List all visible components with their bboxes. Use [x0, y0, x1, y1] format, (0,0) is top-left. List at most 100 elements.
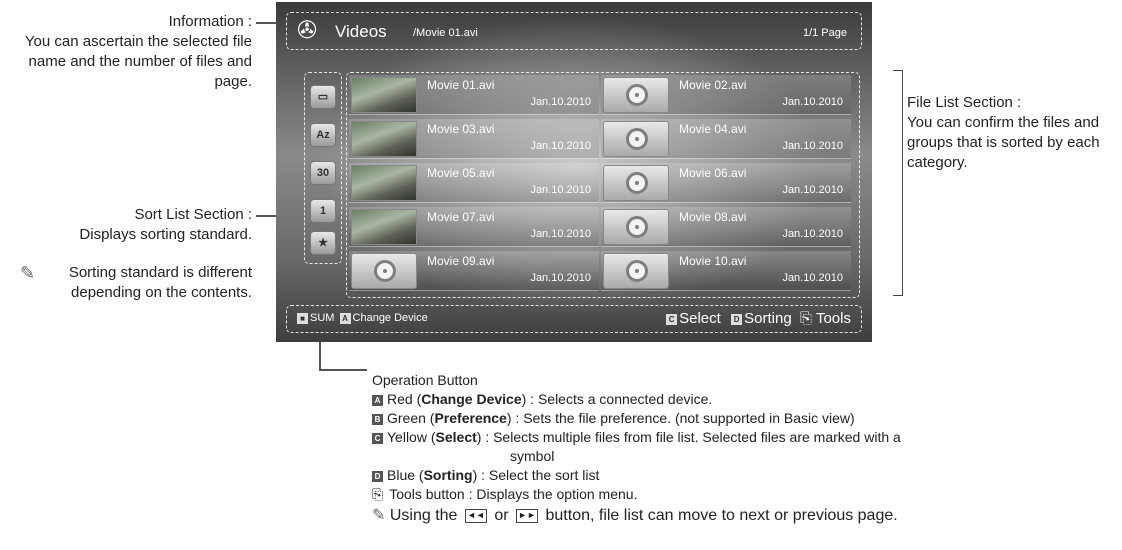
calendar-1-icon[interactable]: 1: [310, 199, 336, 223]
film-reel-icon: [603, 165, 669, 201]
film-reel-icon: [603, 121, 669, 157]
select-label: Select: [435, 429, 477, 445]
sorting-label: Sorting: [423, 467, 473, 483]
change-device-label: Change Device: [421, 391, 522, 407]
file-list-title: File List Section :: [907, 94, 1022, 111]
tools-row: ⎘ Tools button : Displays the option menu…: [372, 486, 638, 502]
sort-list-annotation: Sort List Section : Displays sorting sta…: [40, 205, 252, 245]
a-key-icon: A: [339, 312, 351, 324]
file-date: Jan.10.2010: [782, 228, 843, 240]
c-key-icon: C: [666, 313, 678, 325]
film-reel-icon: [603, 77, 669, 113]
sort-list: ▭ Az 30 1 ★: [304, 72, 342, 264]
star-icon[interactable]: ★: [310, 231, 336, 255]
b-key-icon: B: [372, 413, 383, 425]
page-navigation-note: ✎ Using the ◄◄ or ►► button, file list c…: [372, 507, 898, 524]
c-key-icon: C: [372, 432, 383, 444]
file-list-item[interactable]: Movie 07.avi Jan.10.2010: [349, 207, 599, 247]
film-reel-icon: [351, 253, 417, 289]
tools-icon: ⎘: [800, 310, 813, 327]
file-list-item[interactable]: Movie 03.avi Jan.10.2010: [349, 119, 599, 159]
folder-icon[interactable]: ▭: [310, 85, 336, 109]
information-leader-line: [256, 22, 276, 24]
information-description: You can ascertain the selected file name…: [24, 33, 252, 90]
file-date: Jan.10.2010: [782, 184, 843, 196]
red-button-row: A Red (Change Device) : Selects a connect…: [372, 390, 901, 409]
file-list-item[interactable]: Movie 09.avi Jan.10.2010: [349, 251, 599, 291]
file-name: Movie 04.avi: [679, 122, 747, 136]
az-icon[interactable]: Az: [310, 123, 336, 147]
sorting-button[interactable]: Sorting: [744, 310, 792, 327]
file-name: Movie 08.avi: [679, 210, 747, 224]
operation-leader-horizontal: [319, 369, 367, 371]
file-date: Jan.10.2010: [782, 96, 843, 108]
sort-list-description: Displays sorting standard.: [79, 226, 252, 243]
file-name: Movie 05.avi: [427, 166, 495, 180]
yellow-button-row-continued: symbol: [510, 448, 555, 464]
file-name: Movie 09.avi: [427, 254, 495, 268]
pencil-note-icon: ✎: [20, 263, 36, 283]
file-list-item[interactable]: Movie 04.avi Jan.10.2010: [601, 119, 851, 159]
page-indicator: 1/1 Page: [802, 27, 847, 39]
sort-list-title: Sort List Section :: [134, 206, 252, 223]
tv-screen: ✇ Videos /Movie 01.avi 1/1 Page ▭ Az 30 …: [276, 2, 872, 342]
file-name: Movie 06.avi: [679, 166, 747, 180]
rewind-button-icon: ◄◄: [464, 508, 487, 523]
file-list-item[interactable]: Movie 10.avi Jan.10.2010: [601, 251, 851, 291]
green-button-row: B Green (Preference) : Sets the file pref…: [372, 409, 901, 428]
video-thumbnail: [351, 121, 417, 157]
video-thumbnail: [351, 209, 417, 245]
film-reel-icon: ✇: [297, 17, 318, 44]
operation-bar-left: ■ SUM A Change Device: [295, 312, 428, 324]
information-title: Information :: [168, 13, 252, 30]
file-name: Movie 10.avi: [679, 254, 747, 268]
information-annotation: Information : You can ascertain the sele…: [0, 12, 252, 92]
file-list-item[interactable]: Movie 01.avi Jan.10.2010: [349, 75, 599, 115]
file-list: Movie 01.avi Jan.10.2010 Movie 02.avi Jan.1…: [346, 72, 860, 298]
app-title: Videos: [335, 22, 387, 41]
video-thumbnail: [351, 165, 417, 201]
fast-forward-button-icon: ►►: [516, 508, 539, 523]
sum-key-icon: ■: [297, 312, 308, 324]
tools-button[interactable]: Tools: [816, 310, 851, 327]
film-reel-icon: [603, 209, 669, 245]
file-name: Movie 07.avi: [427, 210, 495, 224]
information-bar: ✇ Videos /Movie 01.avi 1/1 Page: [286, 12, 862, 50]
a-key-icon: A: [372, 394, 383, 406]
file-list-item[interactable]: Movie 06.avi Jan.10.2010: [601, 163, 851, 203]
yellow-button-row: C Yellow (Select) : Selects multiple file…: [372, 428, 901, 447]
sum-label: SUM: [310, 312, 335, 324]
file-list-item[interactable]: Movie 08.avi Jan.10.2010: [601, 207, 851, 247]
sort-note-text: Sorting standard is different depending …: [68, 264, 252, 301]
file-date: Jan.10.2010: [530, 228, 591, 240]
file-date: Jan.10.2010: [530, 184, 591, 196]
file-list-description: You can confirm the files and groups tha…: [907, 114, 1100, 171]
file-date: Jan.10.2010: [530, 96, 591, 108]
file-date: Jan.10.2010: [530, 140, 591, 152]
operation-bar: ■ SUM A Change Device C Select D Sorting ⎘ T…: [286, 305, 862, 333]
d-key-icon: D: [372, 470, 383, 482]
file-date: Jan.10.2010: [530, 272, 591, 284]
video-thumbnail: [351, 77, 417, 113]
file-list-bracket: [893, 70, 903, 296]
operation-leader-vertical: [319, 342, 321, 370]
operation-heading: Operation Button: [372, 372, 478, 388]
change-device-button[interactable]: Change Device: [353, 312, 428, 324]
preference-label: Preference: [434, 410, 507, 426]
file-name: Movie 03.avi: [427, 122, 495, 136]
file-path: /Movie 01.avi: [413, 27, 478, 39]
operation-bar-right: C Select D Sorting ⎘ Tools: [664, 310, 851, 327]
file-date: Jan.10.2010: [782, 272, 843, 284]
select-button[interactable]: Select: [679, 310, 721, 327]
operation-section: Operation Button A Red (Change Device) : …: [372, 371, 901, 525]
blue-button-row: D Blue (Sorting) : Select the sort list: [372, 466, 901, 485]
file-date: Jan.10.2010: [782, 140, 843, 152]
file-list-item[interactable]: Movie 02.avi Jan.10.2010: [601, 75, 851, 115]
file-list-annotation: File List Section : You can confirm the …: [907, 93, 1122, 173]
calendar-30-icon[interactable]: 30: [310, 161, 336, 185]
tools-icon: ⎘: [372, 486, 384, 502]
file-list-item[interactable]: Movie 05.avi Jan.10.2010: [349, 163, 599, 203]
pencil-note-icon: ✎: [372, 507, 386, 524]
d-key-icon: D: [731, 313, 743, 325]
file-name: Movie 01.avi: [427, 78, 495, 92]
